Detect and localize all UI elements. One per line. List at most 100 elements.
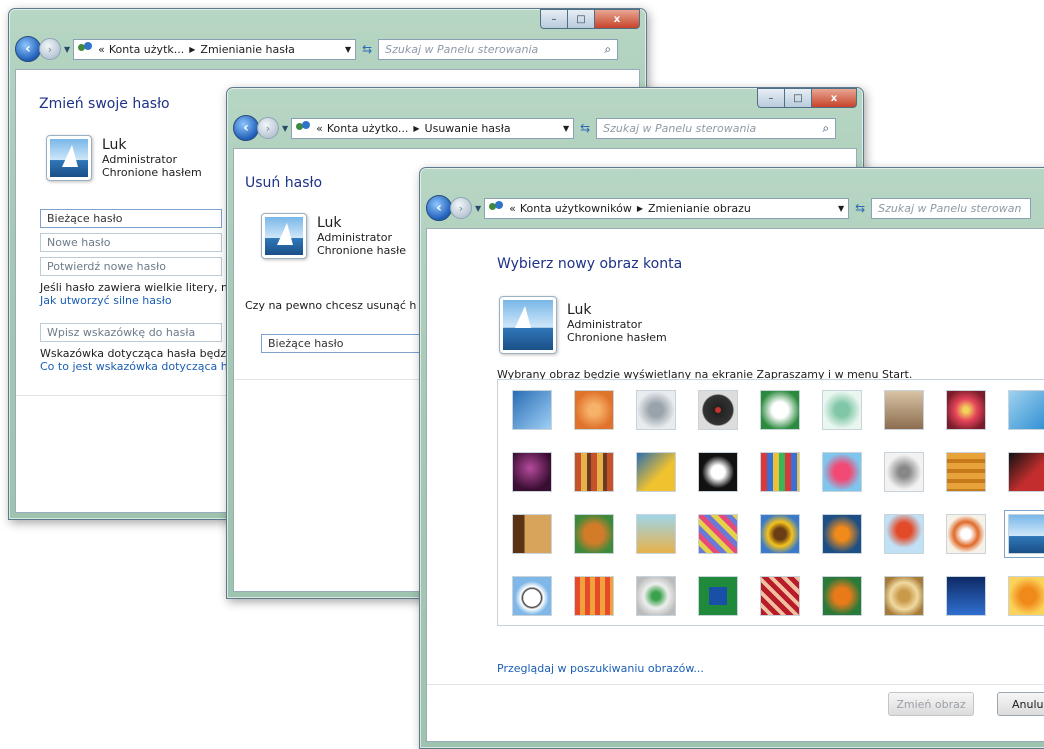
user-accounts-icon <box>296 121 312 135</box>
change-picture-button[interactable]: Zmień obraz <box>888 692 974 716</box>
picture-hot-air-balloon[interactable] <box>884 514 924 554</box>
picture-roller-coaster[interactable] <box>512 390 552 430</box>
search-placeholder: Szukaj w Panelu sterowania <box>385 42 539 56</box>
user-name: Luk <box>317 215 342 231</box>
cancel-button[interactable]: Anulu <box>997 692 1044 716</box>
forward-button[interactable]: › <box>450 197 472 219</box>
breadcrumb-arrow-icon[interactable]: ▶ <box>637 204 643 213</box>
picture-pinwheel[interactable] <box>1008 390 1044 430</box>
sailboat-picture <box>265 217 303 255</box>
picture-compass[interactable] <box>822 390 862 430</box>
breadcrumb-user-accounts[interactable]: Konta użytk... <box>109 43 184 56</box>
search-box[interactable]: Szukaj w Panelu sterowania ⌕ <box>378 38 619 60</box>
picture-flower-pink[interactable] <box>946 390 986 430</box>
picture-robot[interactable] <box>636 390 676 430</box>
recent-pages-dropdown[interactable]: ▼ <box>282 124 288 133</box>
picture-guitar[interactable] <box>512 514 552 554</box>
breadcrumb-change-picture[interactable]: Zmienianie obrazu <box>648 202 751 215</box>
breadcrumb-change-password[interactable]: Zmienianie hasła <box>200 43 294 56</box>
search-icon[interactable]: ⌕ <box>822 121 829 136</box>
picture-crayons[interactable] <box>760 452 800 492</box>
address-dropdown-icon[interactable]: ▼ <box>341 45 351 54</box>
sailboat-picture <box>50 139 88 177</box>
picture-robot-toy[interactable] <box>636 514 676 554</box>
refresh-icon[interactable]: ⇆ <box>849 198 871 219</box>
address-dropdown-icon[interactable]: ▼ <box>834 204 844 213</box>
picture-leaf[interactable] <box>636 452 676 492</box>
maximize-button[interactable]: □ <box>784 88 812 108</box>
picture-starburst[interactable] <box>822 452 862 492</box>
picture-dog-black-white[interactable] <box>698 452 738 492</box>
breadcrumb-prefix[interactable]: « <box>98 43 105 56</box>
minimize-button[interactable]: – <box>757 88 785 108</box>
back-button[interactable]: ‹ <box>15 36 41 62</box>
confirm-password-field[interactable]: Potwierdź nowe hasło <box>40 257 222 276</box>
minimize-button[interactable]: – <box>540 9 568 29</box>
forward-button[interactable]: › <box>257 117 279 139</box>
user-name: Luk <box>567 302 592 318</box>
picture-soccer-ball[interactable] <box>512 576 552 616</box>
password-hint-link[interactable]: Co to jest wskazówka dotycząca has <box>40 360 240 373</box>
picture-kitten[interactable] <box>884 390 924 430</box>
picture-jacks[interactable] <box>884 452 924 492</box>
recent-pages-dropdown[interactable]: ▼ <box>475 204 481 213</box>
refresh-icon[interactable]: ⇆ <box>574 118 596 139</box>
breadcrumb-prefix[interactable]: « <box>316 122 323 135</box>
picture-scarf[interactable] <box>698 514 738 554</box>
user-avatar <box>499 296 557 354</box>
breadcrumb-remove-password[interactable]: Usuwanie hasła <box>425 122 511 135</box>
address-bar[interactable]: « Konta użytko... ▶ Usuwanie hasła ▼ <box>291 117 575 139</box>
breadcrumb-user-accounts[interactable]: Konta użytkowników <box>520 202 632 215</box>
recent-pages-dropdown[interactable]: ▼ <box>64 45 70 54</box>
breadcrumb-user-accounts[interactable]: Konta użytko... <box>327 122 409 135</box>
close-button[interactable]: x <box>811 88 857 108</box>
picture-fabric[interactable] <box>574 452 614 492</box>
address-dropdown-icon[interactable]: ▼ <box>559 124 569 133</box>
picture-pattern[interactable] <box>760 576 800 616</box>
picture-fabric-stripes[interactable] <box>574 576 614 616</box>
search-icon[interactable]: ⌕ <box>604 42 611 57</box>
user-role: Administrator <box>317 231 392 244</box>
strong-password-link[interactable]: Jak utworzyć silne hasło <box>40 294 172 307</box>
breadcrumb-arrow-icon[interactable]: ▶ <box>189 45 195 54</box>
picture-ball-purple[interactable] <box>512 452 552 492</box>
close-button[interactable]: x <box>594 9 640 29</box>
back-button[interactable]: ‹ <box>426 195 452 221</box>
picture-sailboat[interactable] <box>1004 510 1044 558</box>
picture-origami-crane[interactable] <box>1008 452 1044 492</box>
address-bar[interactable]: « Konta użytk... ▶ Zmienianie hasła ▼ <box>73 38 357 60</box>
maximize-button[interactable]: □ <box>567 9 595 29</box>
user-tile: Luk Administrator Chronione hasłem <box>499 296 667 354</box>
new-password-field[interactable]: Nowe hasło <box>40 233 222 252</box>
change-picture-window: ‹ › ▼ « Konta użytkowników ▶ Zmienianie … <box>419 167 1044 749</box>
search-box[interactable]: Szukaj w Panelu sterowan <box>871 197 1032 219</box>
back-button[interactable]: ‹ <box>233 115 259 141</box>
picture-shell-spiral[interactable] <box>884 576 924 616</box>
address-bar[interactable]: « Konta użytkowników ▶ Zmienianie obrazu… <box>484 197 850 219</box>
picture-lighthouse[interactable] <box>946 576 986 616</box>
picture-vinyl-record[interactable] <box>698 390 738 430</box>
user-accounts-icon <box>78 42 94 56</box>
password-case-info: Jeśli hasło zawiera wielkie litery, mus <box>40 281 245 294</box>
password-hint-field[interactable]: Wpisz wskazówkę do hasła <box>40 323 222 342</box>
picture-window-green[interactable] <box>698 576 738 616</box>
forward-button[interactable]: › <box>39 38 61 60</box>
picture-doll[interactable] <box>946 514 986 554</box>
breadcrumb-arrow-icon[interactable]: ▶ <box>413 124 419 133</box>
picture-starfish[interactable] <box>574 390 614 430</box>
picture-stairs[interactable] <box>946 452 986 492</box>
browse-pictures-link[interactable]: Przeglądaj w poszukiwaniu obrazów... <box>497 662 704 675</box>
picture-fish[interactable] <box>822 514 862 554</box>
picture-orange-flower[interactable] <box>1008 576 1044 616</box>
picture-butterfly[interactable] <box>822 576 862 616</box>
picture-lucky-cat[interactable] <box>760 390 800 430</box>
picture-pomeranian[interactable] <box>574 514 614 554</box>
search-box[interactable]: Szukaj w Panelu sterowania ⌕ <box>596 117 837 139</box>
picture-sunflower[interactable] <box>760 514 800 554</box>
current-password-field[interactable]: Bieżące hasło <box>261 334 431 353</box>
breadcrumb-prefix[interactable]: « <box>509 202 516 215</box>
current-password-field[interactable]: Bieżące hasło <box>40 209 222 228</box>
user-status: Chronione hasłem <box>102 166 202 179</box>
picture-marbles[interactable] <box>636 576 676 616</box>
refresh-icon[interactable]: ⇆ <box>356 39 378 60</box>
